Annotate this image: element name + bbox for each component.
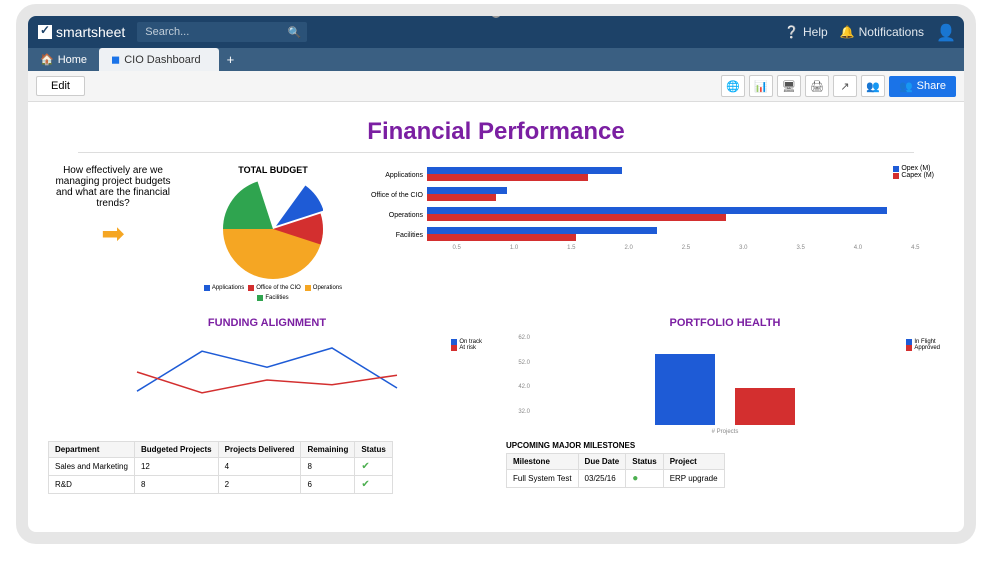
portfolio-health-panel: PORTFOLIO HEALTH 62.052.042.032.0 In Fli… — [506, 317, 944, 425]
search-icon[interactable]: 🔍 — [288, 26, 302, 39]
people-icon: 👥 — [899, 80, 913, 93]
home-icon: 🏠 — [40, 53, 54, 66]
share-button[interactable]: 👥 Share — [889, 76, 956, 97]
department-table-wrap: DepartmentBudgeted ProjectsProjects Deli… — [48, 441, 486, 494]
hbar-row: Applications — [368, 165, 944, 185]
page-title: Financial Performance — [48, 118, 944, 146]
table-header: Budgeted Projects — [134, 442, 218, 458]
print-icon[interactable]: 🖨 — [805, 75, 829, 97]
pie-legend: Applications Office of the CIO Operation… — [198, 285, 348, 301]
hbar-row: Operations — [368, 205, 944, 225]
portfolio-bar-chart: 62.052.042.032.0 In Flight Approved # Pr… — [506, 335, 944, 425]
table-row[interactable]: Sales and Marketing1248✔ — [49, 458, 393, 476]
pie-chart — [223, 179, 323, 279]
arrow-right-icon: ➡ — [48, 217, 178, 250]
app-topbar: smartsheet 🔍 ❔ Help 🔔 Notifications 👤 — [28, 16, 964, 48]
milestones-title: UPCOMING MAJOR MILESTONES — [506, 441, 944, 450]
budget-title: TOTAL BUDGET — [198, 165, 348, 175]
milestones-table-wrap: UPCOMING MAJOR MILESTONES MilestoneDue D… — [506, 441, 944, 494]
people-icon[interactable]: 👥 — [861, 75, 885, 97]
help-link[interactable]: ❔ Help — [784, 25, 828, 39]
help-icon: ❔ — [784, 25, 799, 39]
notifications-link[interactable]: 🔔 Notifications — [840, 25, 924, 39]
toolbar: Edit 🌐 📊 🖥 🖨 ↗ 👥 👥 Share — [28, 71, 964, 102]
status-ok-icon: ✔ — [361, 479, 369, 490]
status-ok-icon: ✔ — [361, 461, 369, 472]
hbar-row: Office of the CIO — [368, 185, 944, 205]
table-header: Projects Delivered — [218, 442, 301, 458]
table-header: Status — [626, 454, 663, 470]
table-row[interactable]: R&D826✔ — [49, 476, 393, 494]
avatar[interactable]: 👤 — [936, 23, 954, 41]
dashboard-content: Financial Performance How effectively ar… — [28, 102, 964, 532]
hbar-row: Facilities — [368, 225, 944, 245]
edit-button[interactable]: Edit — [36, 76, 85, 96]
dashboard-icon: ◼ — [111, 53, 120, 66]
brand-name: smartsheet — [56, 24, 125, 40]
table-header: Department — [49, 442, 135, 458]
table-header: Due Date — [578, 454, 626, 470]
tab-cio-dashboard[interactable]: ◼ CIO Dashboard — [99, 48, 219, 71]
globe-icon[interactable]: 🌐 — [721, 75, 745, 97]
table-header: Milestone — [507, 454, 579, 470]
funding-alignment-panel: FUNDING ALIGNMENT On track At risk — [48, 317, 486, 425]
publish-icon[interactable]: ↗ — [833, 75, 857, 97]
milestones-table: MilestoneDue DateStatusProject Full Syst… — [506, 453, 725, 488]
brand-logo[interactable]: smartsheet — [38, 24, 125, 40]
department-table: DepartmentBudgeted ProjectsProjects Deli… — [48, 441, 393, 494]
tabbar: 🏠 Home ◼ CIO Dashboard + — [28, 48, 964, 71]
table-header: Status — [355, 442, 392, 458]
question-text: How effectively are we managing project … — [48, 165, 178, 209]
total-budget-chart: TOTAL BUDGET — [198, 165, 348, 301]
table-row[interactable]: Full System Test03/25/16●ERP upgrade — [507, 470, 725, 488]
monitor-icon[interactable]: 🖥 — [777, 75, 801, 97]
table-header: Project — [663, 454, 724, 470]
add-tab-button[interactable]: + — [219, 48, 243, 71]
table-header: Remaining — [301, 442, 355, 458]
question-block: How effectively are we managing project … — [48, 165, 178, 301]
tab-home[interactable]: 🏠 Home — [28, 48, 99, 71]
activity-icon[interactable]: 📊 — [749, 75, 773, 97]
opex-capex-chart: Opex (M) Capex (M) Applications Office o… — [368, 165, 944, 301]
bell-icon: 🔔 — [840, 25, 855, 39]
status-ok-icon: ● — [632, 473, 638, 484]
funding-line-chart — [48, 335, 486, 425]
search-input[interactable] — [137, 22, 307, 42]
check-icon — [38, 25, 52, 39]
